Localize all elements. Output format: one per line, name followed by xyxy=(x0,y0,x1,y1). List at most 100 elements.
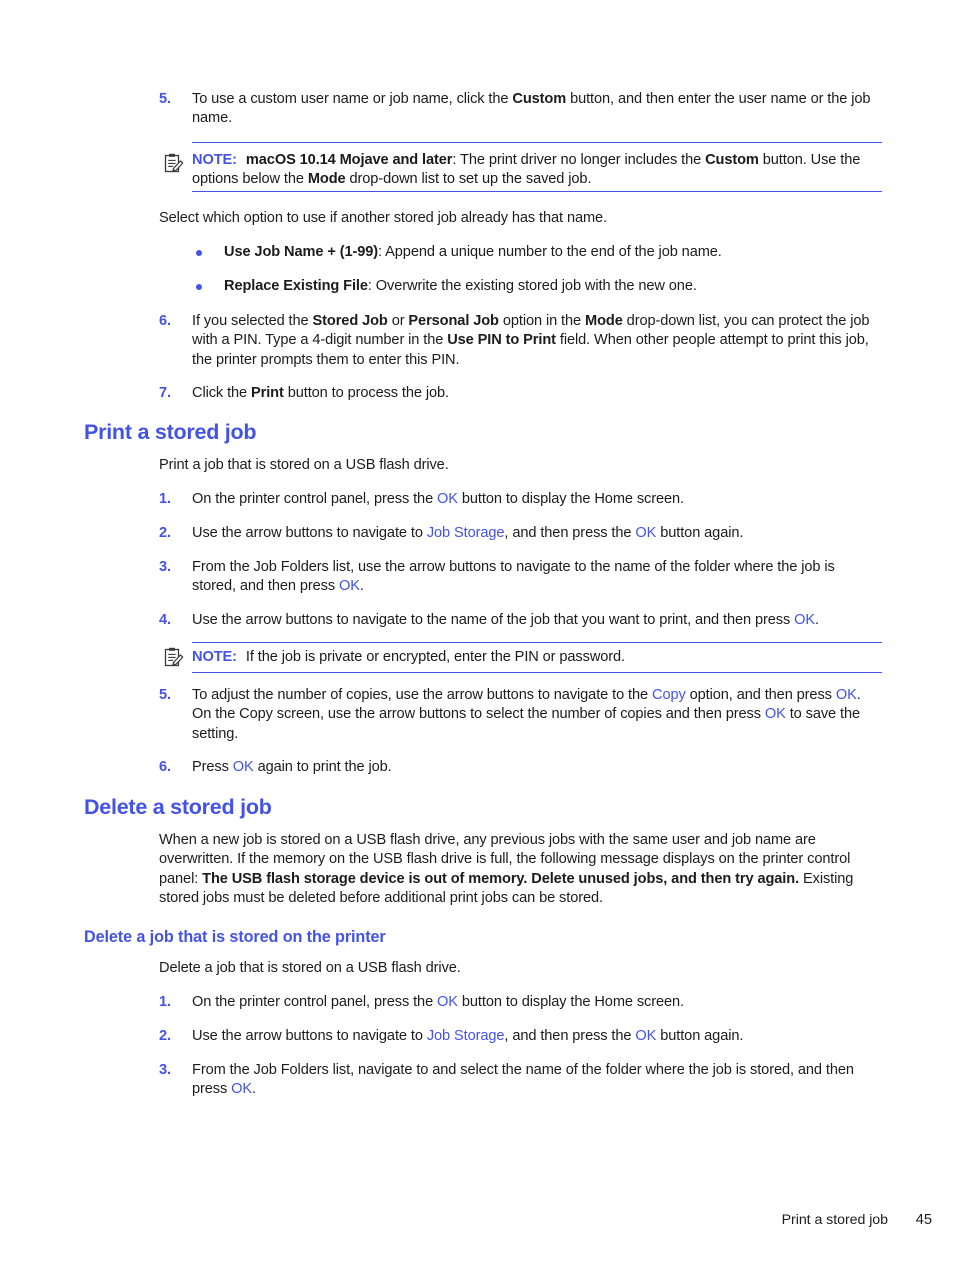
text-run: Click the xyxy=(192,385,252,401)
text-run: : Append a unique number to the end of t… xyxy=(378,244,722,260)
note-rule-top xyxy=(192,642,882,643)
text-run: button again. xyxy=(656,1028,744,1044)
ui-term-ok: OK xyxy=(764,706,786,723)
bold-term: Personal Job xyxy=(408,313,499,329)
step-item: 5. To adjust the number of copies, use t… xyxy=(159,686,882,744)
step-text: On the printer control panel, press the … xyxy=(192,993,882,1012)
footer-page-number: 45 xyxy=(915,1212,932,1228)
bold-term: Mode xyxy=(307,171,346,188)
ui-term-ok: OK xyxy=(437,994,458,1010)
note-body: NOTE: macOS 10.14 Mojave and later: The p… xyxy=(192,142,882,198)
ui-term-ok: OK xyxy=(232,759,254,775)
step-text: If you selected the Stored Job or Person… xyxy=(192,312,882,370)
text-run: . xyxy=(814,612,819,628)
text-run: again to print the job. xyxy=(253,759,392,775)
list-item-text: Use Job Name + (1-99): Append a unique n… xyxy=(224,243,882,262)
text-run: button to process the job. xyxy=(283,385,450,401)
ui-term-ok: OK xyxy=(635,525,657,541)
bold-term: macOS 10.14 Mojave and later xyxy=(245,152,453,168)
step-item: 5. To use a custom user name or job name… xyxy=(159,90,882,129)
text-run: option in the xyxy=(498,313,586,329)
text-run: or xyxy=(387,313,409,329)
text-run: Use the arrow buttons to navigate to xyxy=(192,1028,427,1044)
step-number: 3. xyxy=(159,1062,171,1078)
bold-term: Custom xyxy=(512,91,567,107)
step-text: To use a custom user name or job name, c… xyxy=(192,90,882,129)
note-rule-bottom xyxy=(192,672,882,673)
text-run: , and then press the xyxy=(504,525,636,541)
step-item: 1. On the printer control panel, press t… xyxy=(159,490,882,509)
footer-title: Print a stored job xyxy=(781,1212,888,1228)
text-run: If the job is private or encrypted, ente… xyxy=(245,649,626,665)
text-run: Press xyxy=(192,759,233,775)
text-run: drop-down list to set up the saved job. xyxy=(345,171,592,188)
text-run: button to display the Home screen. xyxy=(457,491,685,507)
bold-term: Use PIN to Print xyxy=(447,332,556,349)
list-item-text: Replace Existing File: Overwrite the exi… xyxy=(224,277,882,296)
list-item: Replace Existing File: Overwrite the exi… xyxy=(192,277,882,296)
step-text: Use the arrow buttons to navigate to Job… xyxy=(192,524,882,543)
step-text: From the Job Folders list, use the arrow… xyxy=(192,558,882,597)
paragraph: Print a job that is stored on a USB flas… xyxy=(159,457,449,473)
step-item: 3. From the Job Folders list, navigate t… xyxy=(159,1061,882,1100)
step-number: 6. xyxy=(159,313,171,329)
note-rule-bottom xyxy=(192,191,882,192)
note-clipboard-icon xyxy=(163,646,185,668)
text-run: From the Job Folders list, navigate to a… xyxy=(192,1062,854,1098)
text-run: . xyxy=(359,578,364,595)
bold-term: Replace Existing File xyxy=(224,278,368,294)
text-run: : Overwrite the existing stored job with… xyxy=(367,278,697,294)
step-item: 6. Press OK again to print the job. xyxy=(159,758,882,777)
step-number: 2. xyxy=(159,525,171,541)
ui-term-copy: Copy xyxy=(652,687,686,703)
ui-term-ok: OK xyxy=(794,612,815,628)
step-text: Press OK again to print the job. xyxy=(192,758,882,777)
step-item: 7. Click the Print button to process the… xyxy=(159,384,882,403)
text-run: On the printer control panel, press the xyxy=(192,491,438,507)
subsection-heading-delete-job-on-printer: Delete a job that is stored on the print… xyxy=(84,928,386,946)
bullet-dot-icon xyxy=(196,283,202,290)
step-item: 1. On the printer control panel, press t… xyxy=(159,993,882,1012)
step-text: To adjust the number of copies, use the … xyxy=(192,686,882,744)
step-number: 7. xyxy=(159,385,171,401)
text-run: button to display the Home screen. xyxy=(457,994,685,1010)
text-run: If you selected the xyxy=(192,313,313,329)
step-item: 2. Use the arrow buttons to navigate to … xyxy=(159,1027,882,1046)
ui-term-ok: OK xyxy=(635,1028,657,1044)
step-text: From the Job Folders list, navigate to a… xyxy=(192,1061,882,1100)
paragraph: Select which option to use if another st… xyxy=(159,210,608,226)
step-number: 5. xyxy=(159,91,171,107)
step-number: 1. xyxy=(159,491,171,507)
text-run: To adjust the number of copies, use the … xyxy=(192,687,652,703)
bold-message: The USB flash storage device is out of m… xyxy=(202,870,800,887)
ui-term-job-storage: Job Storage xyxy=(426,525,505,541)
bold-term: Mode xyxy=(585,313,623,329)
text-run: , and then press the xyxy=(504,1028,636,1044)
step-text: Click the Print button to process the jo… xyxy=(192,384,882,403)
bold-term: Print xyxy=(251,385,284,401)
step-text: On the printer control panel, press the … xyxy=(192,490,882,509)
step-item: 4. Use the arrow buttons to navigate to … xyxy=(159,611,882,630)
text-run: : The print driver no longer includes th… xyxy=(452,152,706,168)
step-number: 2. xyxy=(159,1028,171,1044)
step-item: 2. Use the arrow buttons to navigate to … xyxy=(159,524,882,543)
note-rule-top xyxy=(192,142,882,143)
step-item: 6. If you selected the Stored Job or Per… xyxy=(159,312,882,370)
paragraph: Delete a job that is stored on a USB fla… xyxy=(159,960,461,976)
step-number: 1. xyxy=(159,994,171,1010)
ui-term-ok: OK xyxy=(231,1081,253,1098)
note-body: NOTE: If the job is private or encrypted,… xyxy=(192,642,882,672)
bold-term: Use Job Name + (1-99) xyxy=(224,244,379,260)
step-text: Use the arrow buttons to navigate to Job… xyxy=(192,1027,882,1046)
step-number: 5. xyxy=(159,687,171,703)
bold-term: Stored Job xyxy=(312,313,388,329)
document-page: 5. To use a custom user name or job name… xyxy=(0,0,954,1270)
section-heading-delete-a-stored-job: Delete a stored job xyxy=(84,795,272,819)
text-run: Use the arrow buttons to navigate to xyxy=(192,525,427,541)
note-block: NOTE: If the job is private or encrypted,… xyxy=(163,642,882,673)
bullet-dot-icon xyxy=(196,249,202,256)
note-label: NOTE: xyxy=(192,152,237,168)
step-item: 3. From the Job Folders list, use the ar… xyxy=(159,558,882,597)
list-item: Use Job Name + (1-99): Append a unique n… xyxy=(192,243,882,262)
paragraph: When a new job is stored on a USB flash … xyxy=(159,831,882,908)
